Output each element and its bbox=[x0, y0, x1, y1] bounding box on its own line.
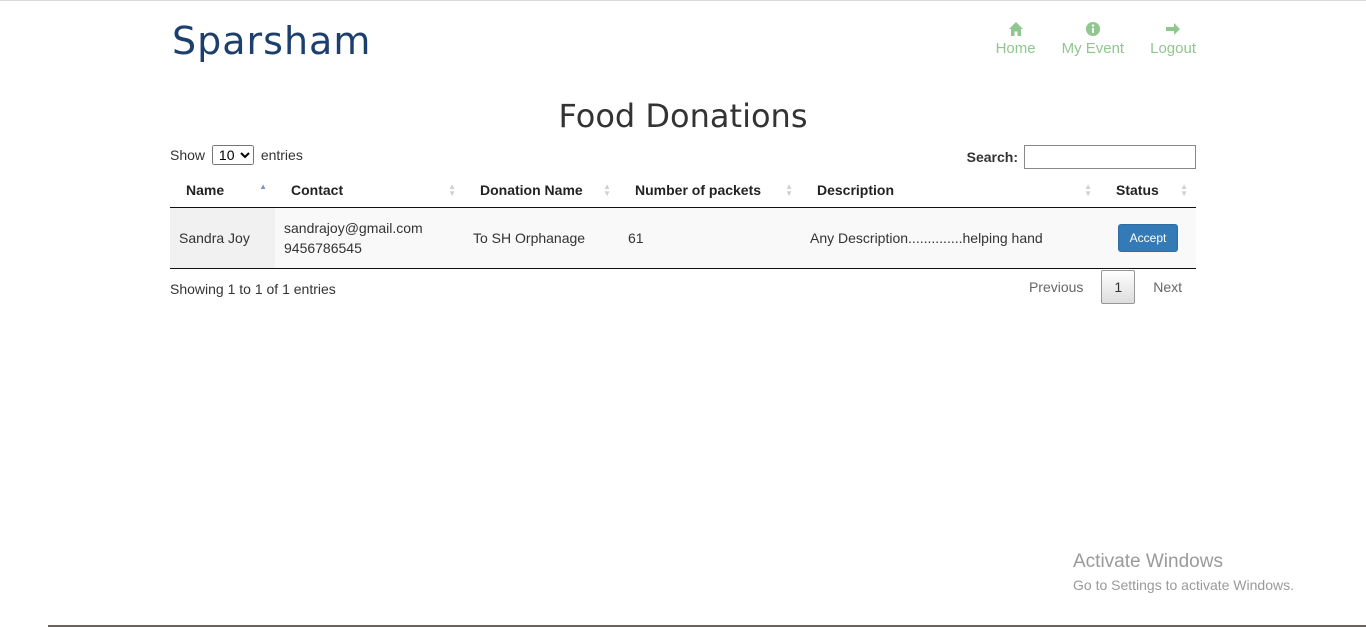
cell-contact: sandrajoy@gmail.com 9456786545 bbox=[275, 207, 464, 269]
cell-contact-email: sandrajoy@gmail.com bbox=[284, 220, 423, 236]
show-label: Show bbox=[170, 147, 206, 163]
search-label: Search: bbox=[966, 149, 1018, 165]
column-header-number-of-packets-label: Number of packets bbox=[635, 182, 762, 198]
search-input[interactable] bbox=[1024, 145, 1196, 169]
column-header-status-label: Status bbox=[1116, 182, 1159, 198]
column-header-status[interactable]: Status ▲ ▼ bbox=[1100, 173, 1196, 208]
arrow-right-icon bbox=[1166, 23, 1181, 35]
sort-both-icon: ▲ ▼ bbox=[785, 182, 793, 198]
sort-asc-icon: ▲ bbox=[259, 182, 267, 191]
watermark-subtitle: Go to Settings to activate Windows. bbox=[1073, 577, 1294, 593]
cell-description: Any Description..............helping han… bbox=[801, 207, 1100, 269]
column-header-description[interactable]: Description ▲ ▼ bbox=[801, 173, 1100, 208]
column-header-donation-name[interactable]: Donation Name ▲ ▼ bbox=[464, 173, 619, 208]
nav-home[interactable]: Home bbox=[996, 21, 1036, 57]
page-title: Food Donations bbox=[558, 97, 808, 135]
cell-number-of-packets: 61 bbox=[619, 207, 801, 269]
search-control: Search: bbox=[967, 145, 1196, 169]
pagination: Previous 1 Next bbox=[1015, 270, 1196, 304]
info-icon bbox=[1085, 22, 1100, 36]
table-row: Sandra Joy sandrajoy@gmail.com 945678654… bbox=[170, 207, 1196, 269]
accept-button[interactable]: Accept bbox=[1117, 224, 1179, 252]
cell-contact-phone: 9456786545 bbox=[284, 240, 362, 256]
column-header-contact[interactable]: Contact ▲ ▼ bbox=[275, 173, 464, 208]
table-info: Showing 1 to 1 of 1 entries bbox=[170, 281, 336, 297]
column-header-donation-name-label: Donation Name bbox=[480, 182, 583, 198]
next-page-button[interactable]: Next bbox=[1139, 270, 1196, 304]
cell-donation-name: To SH Orphanage bbox=[464, 207, 619, 269]
column-header-contact-label: Contact bbox=[291, 182, 344, 198]
sort-both-icon: ▲ ▼ bbox=[1180, 182, 1188, 198]
top-nav: Home My Event Logout bbox=[996, 21, 1196, 57]
entries-select[interactable]: 10 bbox=[211, 145, 254, 165]
watermark-title: Activate Windows bbox=[1073, 551, 1223, 572]
brand-logo[interactable]: Sparsham bbox=[172, 19, 371, 63]
entries-length-control: Show 10 entries bbox=[170, 145, 303, 165]
column-header-number-of-packets[interactable]: Number of packets ▲ ▼ bbox=[619, 173, 801, 208]
sort-both-icon: ▲ ▼ bbox=[603, 182, 611, 198]
nav-my-event[interactable]: My Event bbox=[1061, 21, 1125, 57]
nav-home-label: Home bbox=[995, 40, 1036, 57]
windows-activation-watermark: Activate Windows Go to Settings to activ… bbox=[1073, 551, 1294, 593]
nav-my-event-label: My Event bbox=[1061, 40, 1125, 57]
cell-name: Sandra Joy bbox=[170, 207, 275, 269]
nav-logout[interactable]: Logout bbox=[1150, 21, 1196, 57]
sort-both-icon: ▲ ▼ bbox=[448, 182, 456, 198]
home-icon bbox=[1008, 22, 1023, 36]
previous-page-button[interactable]: Previous bbox=[1015, 270, 1097, 304]
entries-label: entries bbox=[260, 147, 303, 163]
sort-both-icon: ▲ ▼ bbox=[1084, 182, 1092, 198]
page-1-button[interactable]: 1 bbox=[1101, 270, 1136, 304]
table-header-row: Name ▲ Contact ▲ ▼ Donation Name ▲ ▼ Numbe… bbox=[170, 173, 1196, 208]
donations-table: Name ▲ Contact ▲ ▼ Donation Name ▲ ▼ Numbe… bbox=[170, 173, 1196, 269]
column-header-name[interactable]: Name ▲ bbox=[170, 173, 275, 208]
nav-logout-label: Logout bbox=[1150, 40, 1196, 57]
column-header-name-label: Name bbox=[186, 182, 225, 198]
cell-status: Accept bbox=[1100, 207, 1196, 269]
column-header-description-label: Description bbox=[817, 182, 895, 198]
